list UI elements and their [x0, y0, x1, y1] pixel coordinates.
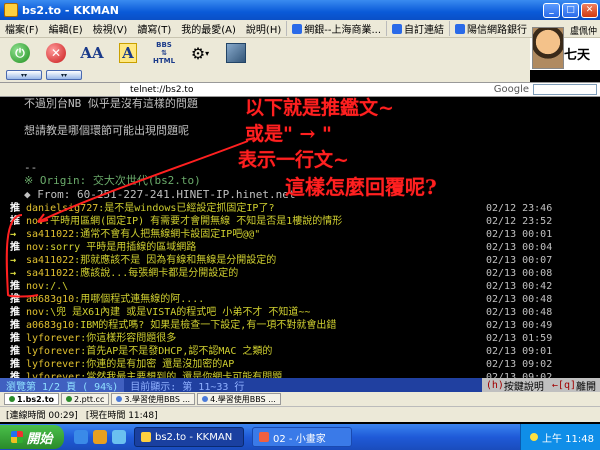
close-button[interactable]: ✕	[581, 2, 598, 18]
annotation-arrow-line	[37, 140, 249, 223]
leave-hint[interactable]: ←[q] 離開	[547, 378, 600, 393]
menu-edit[interactable]: 編輯(E)	[44, 21, 88, 36]
disconnect-button[interactable]: ✕	[42, 40, 70, 66]
connection-tabs: 1.bs2.to 2.ptt.cc 3.學習使用BBS ... 4.學習使用BB…	[0, 392, 600, 406]
paint-icon	[259, 432, 269, 442]
address-bar: telnet://bs2.to Google	[0, 82, 600, 97]
tray-icon[interactable]	[530, 433, 538, 441]
page-indicator: 瀏覽第 1/2 頁 ( 94%)	[0, 378, 125, 393]
tools-icon: ⚙	[190, 43, 206, 63]
connect-time: [連線時間 00:29]	[6, 411, 78, 421]
search-input[interactable]	[533, 84, 597, 95]
taskbar: 開始 bs2.to - KKMAN 02 - 小畫家 上午 11:48	[0, 424, 600, 450]
annotation-drawing	[5, 140, 249, 298]
ie-icon[interactable]	[74, 430, 88, 444]
help-hint[interactable]: (h) 按鍵說明	[481, 378, 548, 393]
window-title: bs2.to - KKMAN	[22, 3, 120, 17]
quick-launch	[74, 430, 126, 444]
toolbar: ⏻ ✕ AA A BBS ⇅ HTML ⚙ ▾	[0, 38, 530, 68]
system-tray: 上午 11:48	[520, 424, 600, 450]
maximize-button[interactable]: □	[562, 2, 579, 18]
start-button[interactable]: 開始	[0, 425, 64, 449]
task-paint[interactable]: 02 - 小畫家	[252, 427, 352, 447]
windows-logo-icon	[11, 431, 24, 443]
fav-link-custom[interactable]: 自訂連結	[386, 21, 449, 36]
annotation-bracket	[5, 214, 39, 298]
menu-view[interactable]: 檢視(V)	[88, 21, 133, 36]
cube-icon	[226, 43, 246, 63]
conn-tab-4[interactable]: 4.學習使用BBS ...	[197, 393, 281, 405]
connected-icon	[66, 396, 73, 402]
bbs-html-icon: BBS ⇅ HTML	[152, 41, 176, 65]
conn-tab-3[interactable]: 3.學習使用BBS ...	[111, 393, 196, 405]
kkman-icon	[141, 432, 151, 442]
quick-buttons: ▾▾ ▾▾	[0, 68, 530, 82]
globe-icon	[392, 23, 403, 34]
address-spacer	[0, 83, 120, 96]
menu-help[interactable]: 說明(H)	[241, 21, 286, 36]
menu-file[interactable]: 檔案(F)	[0, 21, 44, 36]
font-style-button[interactable]: A	[114, 40, 142, 66]
conn-tab-1[interactable]: 1.bs2.to	[4, 393, 60, 405]
close-circle-icon: ✕	[46, 43, 66, 63]
bbs-html-button[interactable]: BBS ⇅ HTML	[150, 40, 178, 66]
app-status-bar: [連線時間 00:29] [現在時間 11:48]	[0, 406, 600, 422]
avatar	[532, 27, 564, 69]
terminal-status-bar: 瀏覽第 1/2 頁 ( 94%) 目前顯示: 第 11~33 行 (h) 按鍵說明…	[0, 378, 600, 393]
fav-link-sunny-bank[interactable]: 陽信網路銀行	[449, 21, 532, 36]
clock: 上午 11:48	[542, 433, 594, 445]
quick-button-2[interactable]: ▾▾	[46, 70, 82, 80]
brand-logo: 七天	[564, 48, 591, 63]
tools-button[interactable]: ⚙ ▾	[186, 40, 214, 66]
menu-bar: 檔案(F) 編輯(E) 檢視(V) 讀寫(T) 我的最愛(A) 說明(H) 網銀…	[0, 20, 600, 38]
plugin-button[interactable]	[222, 40, 250, 66]
line-range: 目前顯示: 第 11~33 行	[124, 378, 482, 393]
current-time: [現在時間 11:48]	[85, 411, 158, 421]
power-icon: ⏻	[10, 43, 30, 63]
font-style-icon: A	[119, 43, 137, 63]
conn-tab-2[interactable]: 2.ptt.cc	[61, 393, 110, 405]
address-url[interactable]: telnet://bs2.to	[120, 85, 494, 95]
connected-icon	[9, 396, 15, 402]
chevron-down-icon: ▾	[205, 48, 210, 58]
page-icon	[202, 396, 209, 402]
minimize-button[interactable]: _	[543, 2, 560, 18]
connect-button[interactable]: ⏻	[6, 40, 34, 66]
globe-icon	[455, 23, 466, 34]
quick-button-1[interactable]: ▾▾	[6, 70, 42, 80]
globe-icon	[292, 23, 303, 34]
font-larger-button[interactable]: AA	[78, 40, 106, 66]
media-player-icon[interactable]	[93, 430, 107, 444]
page-icon	[116, 396, 123, 402]
menu-read[interactable]: 讀寫(T)	[132, 21, 176, 36]
bbs-terminal[interactable]: 不過別台NB 似乎是沒有這樣的問題 想請教是哪個環節可能出現問題呢 -- ※ O…	[0, 97, 600, 378]
menu-favorites[interactable]: 我的最愛(A)	[176, 21, 241, 36]
fav-link-bank[interactable]: 網銀--上海商業...	[286, 21, 386, 36]
show-desktop-icon[interactable]	[112, 430, 126, 444]
search-engine-label[interactable]: Google	[494, 84, 533, 95]
task-kkman[interactable]: bs2.to - KKMAN	[134, 427, 244, 447]
title-bar: bs2.to - KKMAN _ □ ✕	[0, 0, 600, 20]
user-name: 盧佩仲	[570, 27, 598, 37]
kkman-icon	[4, 3, 18, 17]
font-size-icon: AA	[80, 44, 104, 62]
